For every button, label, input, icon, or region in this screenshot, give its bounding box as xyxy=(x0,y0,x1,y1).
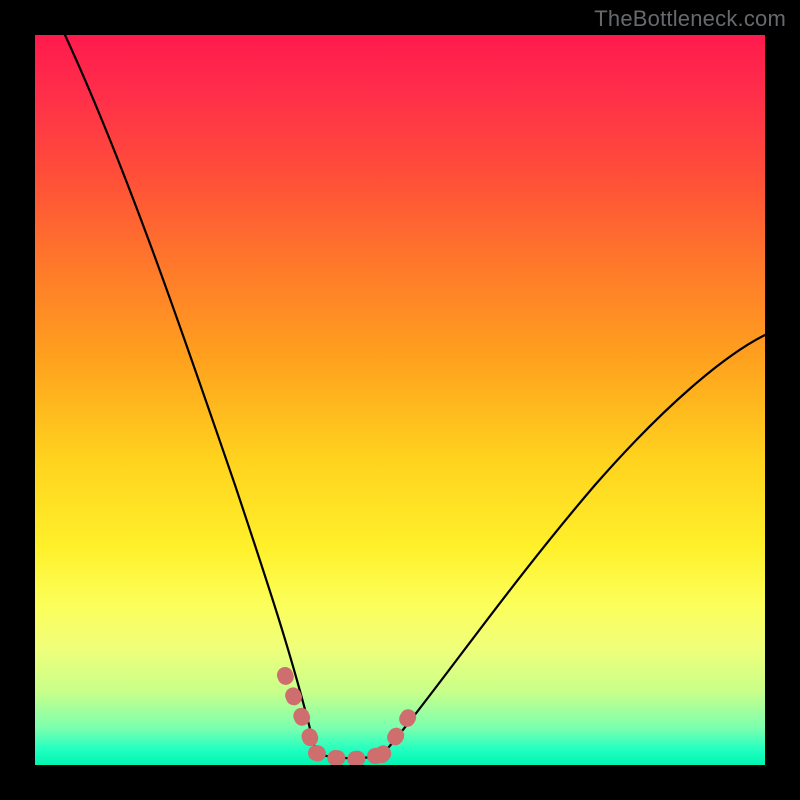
valley-marker-right xyxy=(382,707,414,755)
right-curve xyxy=(382,335,765,755)
chart-frame: TheBottleneck.com xyxy=(0,0,800,800)
left-curve xyxy=(65,35,316,753)
watermark-text: TheBottleneck.com xyxy=(594,6,786,32)
curve-layer xyxy=(35,35,765,765)
valley-marker-left xyxy=(285,675,316,753)
plot-area xyxy=(35,35,765,765)
